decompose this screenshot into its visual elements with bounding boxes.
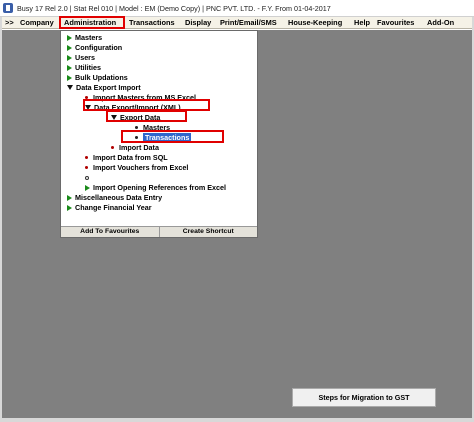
tree-item-users[interactable]: Users [67, 53, 95, 62]
tree-item-miscellaneous-data-entry[interactable]: Miscellaneous Data Entry [67, 193, 162, 202]
tree-item-masters[interactable]: Masters [67, 33, 102, 42]
panel-button-bar: Add To Favourites Create Shortcut [61, 226, 257, 237]
tree-item-data-export-import[interactable]: Data Export Import [67, 83, 141, 92]
tree-item-import-data-sql[interactable]: Import Data from SQL [85, 153, 168, 162]
menu-add-on[interactable]: Add-On [427, 18, 454, 27]
expand-arrow-icon [67, 194, 72, 201]
bullet-icon [111, 146, 114, 149]
empty-circle-icon [85, 175, 89, 180]
menu-favourites[interactable]: Favourites [377, 18, 414, 27]
tree-item-bulk-updations[interactable]: Bulk Updations [67, 73, 128, 82]
window-title: Busy 17 Rel 2.0 | Stat Rel 010 | Model :… [17, 3, 331, 13]
menu-transactions[interactable]: Transactions [129, 18, 175, 27]
tree-item-configuration[interactable]: Configuration [67, 43, 122, 52]
app-icon [3, 3, 13, 13]
create-shortcut-button[interactable]: Create Shortcut [160, 227, 258, 237]
menu-house-keeping[interactable]: House-Keeping [288, 18, 342, 27]
tree-item-change-financial-year[interactable]: Change Financial Year [67, 203, 152, 212]
expand-arrow-icon [85, 184, 90, 191]
window-frame-bottom [0, 418, 474, 422]
highlight-transactions [121, 130, 224, 143]
expand-arrow-icon [67, 64, 72, 71]
tree-item-import-vouchers-excel[interactable]: Import Vouchers from Excel [85, 163, 188, 172]
expand-arrow-icon [67, 34, 72, 41]
menu-expand[interactable]: >> [5, 18, 14, 27]
menu-company[interactable]: Company [20, 18, 54, 27]
add-to-favourites-button[interactable]: Add To Favourites [61, 227, 160, 237]
tree-item-blank[interactable] [85, 173, 94, 182]
expand-arrow-icon [67, 204, 72, 211]
menu-print-email-sms[interactable]: Print/Email/SMS [220, 18, 277, 27]
gst-migration-button[interactable]: Steps for Migration to GST [292, 388, 436, 407]
bullet-icon [85, 156, 88, 159]
collapse-arrow-icon [67, 85, 73, 90]
expand-arrow-icon [67, 74, 72, 81]
expand-arrow-icon [67, 44, 72, 51]
menu-help[interactable]: Help [354, 18, 370, 27]
expand-arrow-icon [67, 54, 72, 61]
tree-item-utilities[interactable]: Utilities [67, 63, 101, 72]
bullet-icon [85, 166, 88, 169]
highlight-administration [59, 16, 125, 29]
title-bar: Busy 17 Rel 2.0 | Stat Rel 010 | Model :… [0, 0, 474, 17]
menu-display[interactable]: Display [185, 18, 211, 27]
highlight-export-data [106, 110, 187, 122]
bullet-icon [135, 126, 138, 129]
tree-item-import-opening-references[interactable]: Import Opening References from Excel [85, 183, 226, 192]
tree-item-import-data[interactable]: Import Data [111, 143, 159, 152]
